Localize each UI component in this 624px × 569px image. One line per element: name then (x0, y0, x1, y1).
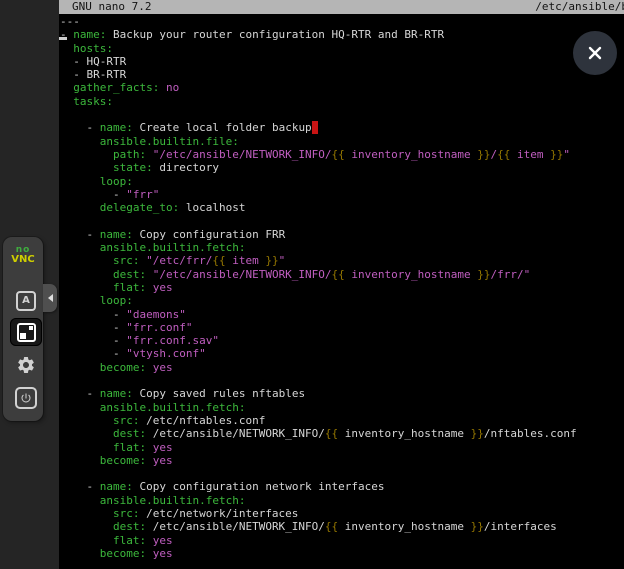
editor-line: - name: Copy saved rules nftables (60, 387, 624, 400)
editor-line: - "vtysh.conf" (60, 347, 624, 360)
editor-line: - "frr" (60, 188, 624, 201)
editor-line (60, 374, 624, 387)
nano-titlebar: GNU nano 7.2 /etc/ansible/b (59, 0, 624, 14)
vnc-control-bar: no VNC A (3, 237, 43, 421)
fullscreen-icon (17, 323, 36, 342)
nano-version: GNU nano 7.2 (72, 0, 151, 14)
editor-line (60, 214, 624, 227)
editor-line: ansible.builtin.file: (60, 135, 624, 148)
a-key-icon: A (16, 291, 36, 311)
editor-line: - BR-RTR (60, 68, 624, 81)
editor-line: become: yes (60, 547, 624, 560)
editor-line: flat: yes (60, 281, 624, 294)
editor-line (60, 108, 624, 121)
extra-keys-button[interactable]: A (10, 287, 42, 315)
editor-line: become: yes (60, 361, 624, 374)
settings-button[interactable] (10, 353, 42, 381)
editor-line: --- (60, 15, 624, 28)
fullscreen-button[interactable] (10, 318, 42, 346)
editor-line: - name: Copy configuration network inter… (60, 480, 624, 493)
power-icon (15, 387, 37, 409)
editor-line: ansible.builtin.fetch: (60, 401, 624, 414)
editor-line: ansible.builtin.fetch: (60, 494, 624, 507)
vnc-sidebar: no VNC A (0, 0, 59, 569)
editor-line: path: "/etc/ansible/NETWORK_INFO/{{ inve… (60, 148, 624, 161)
disconnect-button[interactable] (10, 384, 42, 412)
terminal-window: GNU nano 7.2 /etc/ansible/b ---- name: B… (59, 0, 624, 569)
editor-line: - name: Copy configuration FRR (60, 228, 624, 241)
novnc-logo: no VNC (3, 246, 43, 264)
novnc-logo-bottom: VNC (3, 255, 43, 264)
editor-line: flat: yes (60, 441, 624, 454)
editor-line: dest: /etc/ansible/NETWORK_INFO/{{ inven… (60, 520, 624, 533)
editor-line: - HQ-RTR (60, 55, 624, 68)
editor-line: delegate_to: localhost (60, 201, 624, 214)
close-button[interactable] (573, 31, 617, 75)
editor-line: src: /etc/nftables.conf (60, 414, 624, 427)
editor-line: - name: Create local folder backup (60, 121, 624, 134)
editor-line: dest: /etc/ansible/NETWORK_INFO/{{ inven… (60, 427, 624, 440)
gear-icon (16, 355, 36, 379)
editor-line: dest: "/etc/ansible/NETWORK_INFO/{{ inve… (60, 268, 624, 281)
collapse-arrow-icon (48, 294, 53, 302)
editor-line: flat: yes (60, 534, 624, 547)
editor-line: - "frr.conf.sav" (60, 334, 624, 347)
editor-line: state: directory (60, 161, 624, 174)
editor-line: - name: Backup your router configuration… (60, 28, 624, 41)
editor-content[interactable]: ---- name: Backup your router configurat… (59, 14, 624, 569)
editor-line: gather_facts: no (60, 81, 624, 94)
control-bar-handle[interactable] (43, 284, 57, 312)
editor-line: - "frr.conf" (60, 321, 624, 334)
editor-line (60, 467, 624, 480)
editor-line: ansible.builtin.fetch: (60, 241, 624, 254)
editor-line: src: /etc/network/interfaces (60, 507, 624, 520)
editor-line: loop: (60, 294, 624, 307)
editor-line: src: "/etc/frr/{{ item }}" (60, 254, 624, 267)
editor-line: hosts: (60, 42, 624, 55)
close-icon (587, 45, 603, 61)
mouse-cursor (59, 37, 67, 40)
editor-line: become: yes (60, 454, 624, 467)
nano-filename: /etc/ansible/b (535, 0, 624, 14)
editor-line: tasks: (60, 95, 624, 108)
editor-line: - "daemons" (60, 308, 624, 321)
editor-line: loop: (60, 175, 624, 188)
